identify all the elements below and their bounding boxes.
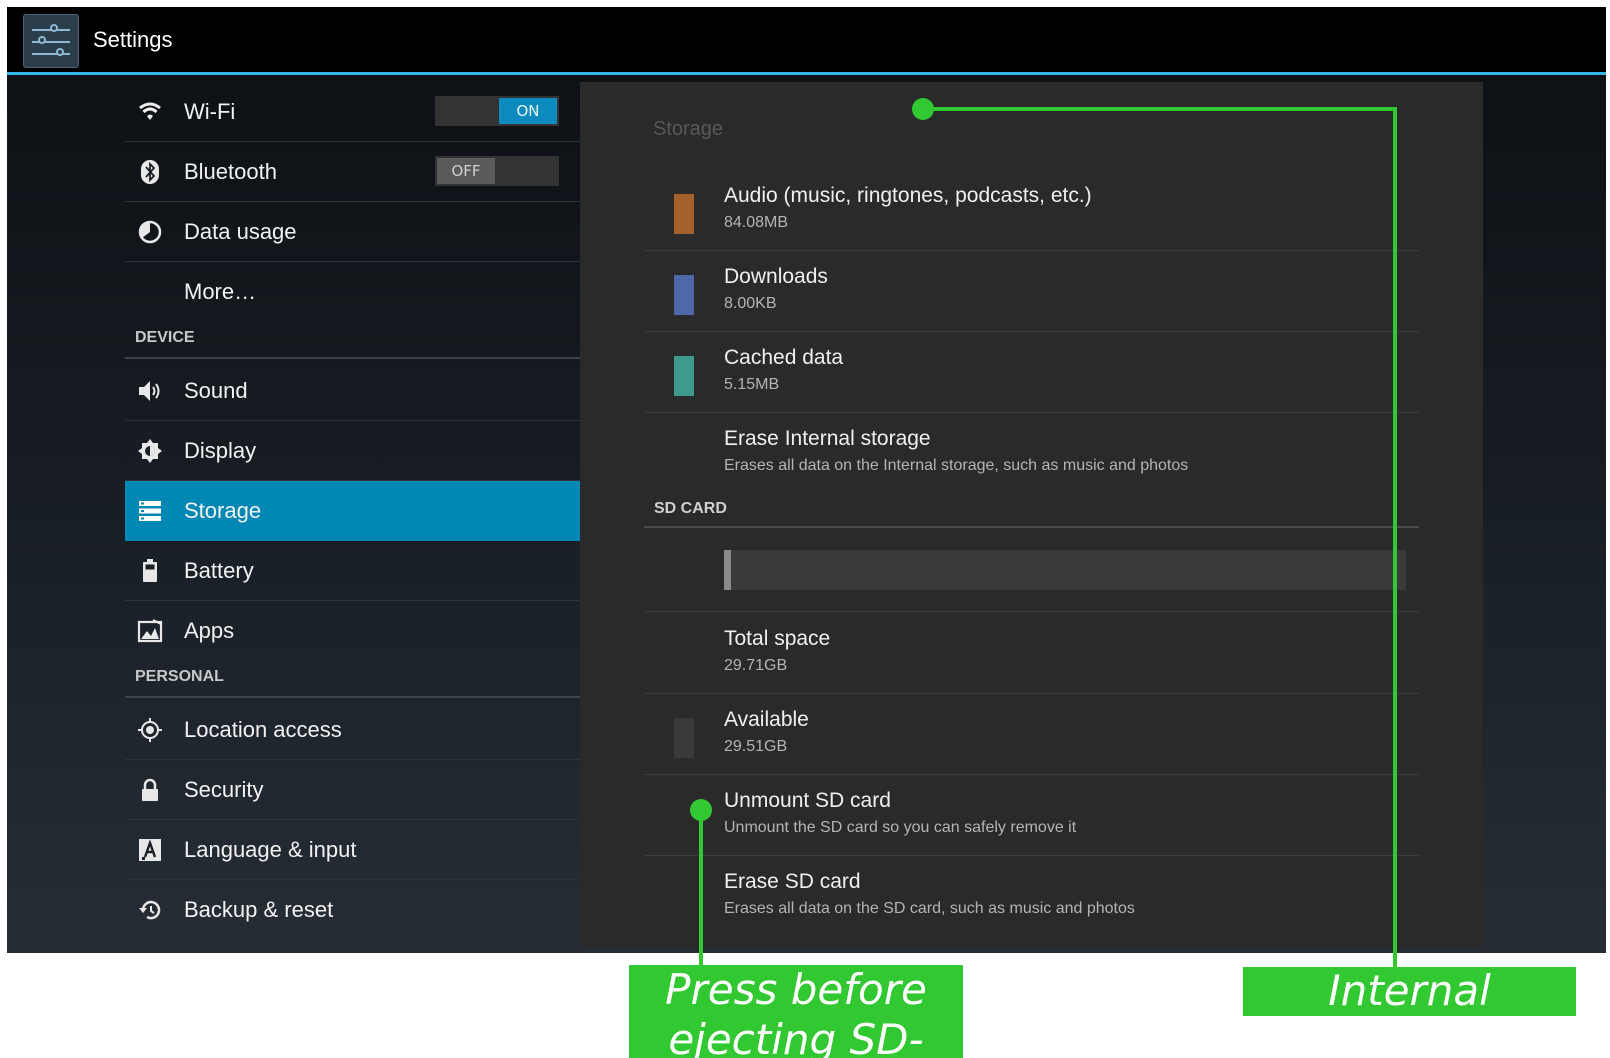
sidebar-item-label: More… [184, 279, 257, 304]
sd-usage-bar [724, 550, 1406, 590]
apps-icon [137, 618, 163, 644]
row-title: Unmount SD card [724, 789, 891, 812]
sidebar-item-wifi[interactable]: Wi-Fi ON [125, 82, 581, 142]
sidebar-item-sound[interactable]: Sound [125, 361, 581, 421]
storage-row-audio[interactable]: Audio (music, ringtones, podcasts, etc.)… [644, 170, 1419, 251]
cached-color-swatch [674, 356, 694, 396]
toggle-state: OFF [437, 158, 495, 184]
row-value: 29.71GB [724, 657, 788, 674]
display-brightness-icon [137, 438, 163, 464]
sidebar-item-label: Security [184, 776, 264, 802]
location-icon [137, 717, 163, 743]
panel-title: Storage [653, 118, 724, 140]
sidebar-item-storage[interactable]: Storage [125, 481, 581, 541]
unmount-sd-card[interactable]: Unmount SD card Unmount the SD card so y… [644, 775, 1419, 856]
internal-storage-pointer-line [922, 107, 1397, 111]
language-icon [137, 837, 163, 863]
sidebar-item-security[interactable]: Security [125, 760, 581, 820]
sidebar-item-battery[interactable]: Battery [125, 541, 581, 601]
sidebar-item-label: Display [184, 437, 257, 463]
sidebar-item-label: Backup & reset [184, 897, 334, 922]
sidebar-item-label: Storage [184, 497, 262, 523]
action-bar: Settings [7, 7, 1606, 75]
wifi-icon [137, 99, 163, 125]
row-title: Downloads [724, 265, 828, 288]
sidebar-item-more[interactable]: More… [125, 262, 581, 322]
row-value: 8.00KB [724, 295, 777, 312]
sidebar-item-label: Bluetooth [184, 158, 277, 184]
sd-usage-fill [724, 550, 731, 590]
row-title: Erase SD card [724, 870, 861, 893]
sidebar-item-display[interactable]: Display [125, 421, 581, 481]
sd-usage-row [644, 530, 1419, 612]
row-title: Available [724, 708, 809, 731]
settings-sliders-icon[interactable] [23, 14, 79, 68]
settings-sidebar: Wi-Fi ON Bluetooth OFF Data usage More… … [125, 78, 583, 953]
sidebar-item-data-usage[interactable]: Data usage [125, 202, 581, 262]
sidebar-item-label: Location access [184, 716, 342, 742]
downloads-color-swatch [674, 275, 694, 315]
erase-internal-storage[interactable]: Erase Internal storage Erases all data o… [644, 413, 1419, 494]
battery-icon [137, 558, 163, 584]
sidebar-item-label: Data usage [184, 218, 297, 244]
sd-available: Available 29.51GB [644, 694, 1419, 775]
sd-total-space: Total space 29.71GB [644, 613, 1419, 694]
sidebar-item-bluetooth[interactable]: Bluetooth OFF [125, 142, 581, 202]
wifi-toggle[interactable]: ON [435, 96, 559, 126]
row-description: Erases all data on the Internal storage,… [724, 457, 1189, 474]
sidebar-item-label: Wi-Fi [184, 98, 236, 124]
bluetooth-toggle[interactable]: OFF [435, 156, 559, 186]
sidebar-item-label: Language & input [184, 836, 357, 862]
sidebar-item-language[interactable]: Language & input [125, 820, 581, 880]
backup-icon [137, 897, 163, 923]
sidebar-item-label: Apps [184, 618, 235, 643]
storage-detail-panel: Storage Audio (music, ringtones, podcast… [580, 82, 1483, 948]
row-description: Unmount the SD card so you can safely re… [724, 819, 1077, 836]
lock-icon [137, 777, 163, 803]
sidebar-item-location[interactable]: Location access [125, 700, 581, 760]
row-description: Erases all data on the SD card, such as … [724, 900, 1135, 917]
storage-row-cached-data[interactable]: Cached data 5.15MB [644, 332, 1419, 413]
personal-section-header: PERSONAL [125, 662, 581, 698]
sidebar-item-label: Sound [184, 377, 248, 403]
storage-icon [137, 498, 163, 524]
toggle-state: ON [499, 98, 557, 124]
sidebar-item-label: Battery [184, 557, 254, 583]
app-title: Settings [93, 27, 173, 52]
row-title: Erase Internal storage [724, 427, 931, 450]
internal-storage-pointer-line-vertical [1393, 107, 1397, 969]
sd-card-callout: Press before ejecting SD-card [629, 965, 963, 1058]
row-title: Total space [724, 627, 831, 650]
unmount-pointer-line [699, 809, 703, 967]
sidebar-item-apps[interactable]: Apps [125, 601, 581, 661]
data-usage-icon [137, 219, 163, 245]
internal-storage-callout: Internal storage [1243, 967, 1576, 1016]
speaker-icon [137, 378, 163, 404]
audio-color-swatch [674, 194, 694, 234]
sidebar-item-backup[interactable]: Backup & reset [125, 880, 581, 940]
sd-card-section-header: SD CARD [644, 492, 1419, 528]
row-value: 29.51GB [724, 738, 788, 755]
device-screen: Settings Wi-Fi ON Bluetooth OFF Data usa… [7, 7, 1606, 953]
storage-row-downloads[interactable]: Downloads 8.00KB [644, 251, 1419, 332]
available-color-swatch [674, 718, 694, 758]
row-value: 84.08MB [724, 214, 789, 231]
bluetooth-icon [137, 159, 163, 185]
row-title: Audio (music, ringtones, podcasts, etc.) [724, 184, 1092, 207]
erase-sd-card[interactable]: Erase SD card Erases all data on the SD … [644, 856, 1419, 937]
row-title: Cached data [724, 346, 844, 369]
device-section-header: DEVICE [125, 323, 581, 359]
row-value: 5.15MB [724, 376, 780, 393]
